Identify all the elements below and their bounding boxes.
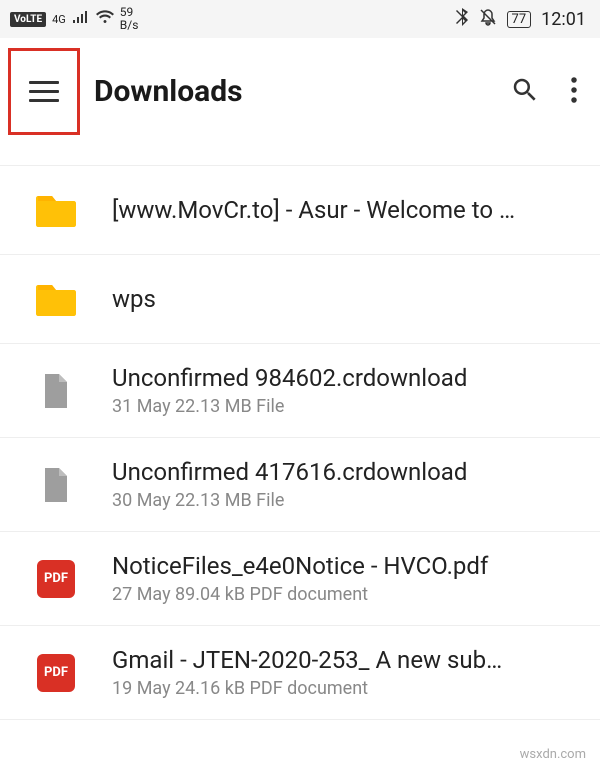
file-name: [www.MovCr.to] - Asur - Welcome to … [112, 196, 580, 224]
list-item[interactable]: Unconfirmed 984602.crdownload 31 May 22.… [0, 344, 600, 438]
pdf-icon: PDF [30, 560, 82, 598]
file-name: Unconfirmed 984602.crdownload [112, 364, 580, 392]
file-name: NoticeFiles_e4e0Notice - HVCO.pdf [112, 552, 580, 580]
pdf-badge: PDF [37, 560, 75, 598]
status-right: 77 12:01 [455, 8, 586, 30]
file-meta: 31 May 22.13 MB File [112, 396, 580, 417]
signal-icon [72, 10, 90, 28]
pdf-icon: PDF [30, 654, 82, 692]
network-label: 4G [52, 14, 66, 25]
kebab-menu-icon [570, 75, 578, 105]
page-title: Downloads [94, 74, 488, 109]
hamburger-menu-icon[interactable] [29, 81, 59, 102]
file-meta: 27 May 89.04 kB PDF document [112, 584, 580, 605]
search-button[interactable] [502, 67, 548, 117]
file-body: Gmail - JTEN-2020-253_ A new sub… 19 May… [112, 646, 580, 699]
list-item[interactable]: wps [0, 255, 600, 344]
folder-icon [30, 186, 82, 234]
list-item[interactable]: Unconfirmed 417616.crdownload 30 May 22.… [0, 438, 600, 532]
file-icon [30, 466, 82, 504]
network-speed: 59 B/s [120, 6, 139, 32]
file-body: wps [112, 285, 580, 313]
list-item[interactable]: PDF Gmail - JTEN-2020-253_ A new sub… 19… [0, 626, 600, 720]
folder-icon [30, 275, 82, 323]
wifi-icon [96, 10, 114, 28]
bluetooth-icon [455, 8, 469, 30]
file-body: Unconfirmed 417616.crdownload 30 May 22.… [112, 458, 580, 511]
status-bar: VoLTE 4G 59 B/s 77 12:01 [0, 0, 600, 38]
clock: 12:01 [541, 9, 586, 30]
list-item[interactable]: PDF NoticeFiles_e4e0Notice - HVCO.pdf 27… [0, 532, 600, 626]
file-meta: 19 May 24.16 kB PDF document [112, 678, 580, 699]
app-bar: Downloads [0, 38, 600, 145]
mute-icon [479, 8, 497, 30]
battery-indicator: 77 [507, 11, 532, 28]
file-icon [30, 372, 82, 410]
file-meta: 30 May 22.13 MB File [112, 490, 580, 511]
more-options-button[interactable] [562, 67, 586, 117]
file-name: Unconfirmed 417616.crdownload [112, 458, 580, 486]
pdf-badge: PDF [37, 654, 75, 692]
file-body: NoticeFiles_e4e0Notice - HVCO.pdf 27 May… [112, 552, 580, 605]
status-left: VoLTE 4G 59 B/s [10, 6, 138, 32]
list-item[interactable]: [www.MovCr.to] - Asur - Welcome to … [0, 165, 600, 255]
search-icon [510, 75, 540, 105]
watermark: wsxdn.com [520, 747, 586, 762]
volte-badge: VoLTE [10, 12, 46, 27]
file-body: [www.MovCr.to] - Asur - Welcome to … [112, 196, 580, 224]
file-list: [www.MovCr.to] - Asur - Welcome to … wps… [0, 165, 600, 720]
file-name: Gmail - JTEN-2020-253_ A new sub… [112, 646, 580, 674]
file-body: Unconfirmed 984602.crdownload 31 May 22.… [112, 364, 580, 417]
file-name: wps [112, 285, 580, 313]
speed-unit: B/s [120, 19, 139, 32]
menu-highlight-box [8, 48, 80, 135]
